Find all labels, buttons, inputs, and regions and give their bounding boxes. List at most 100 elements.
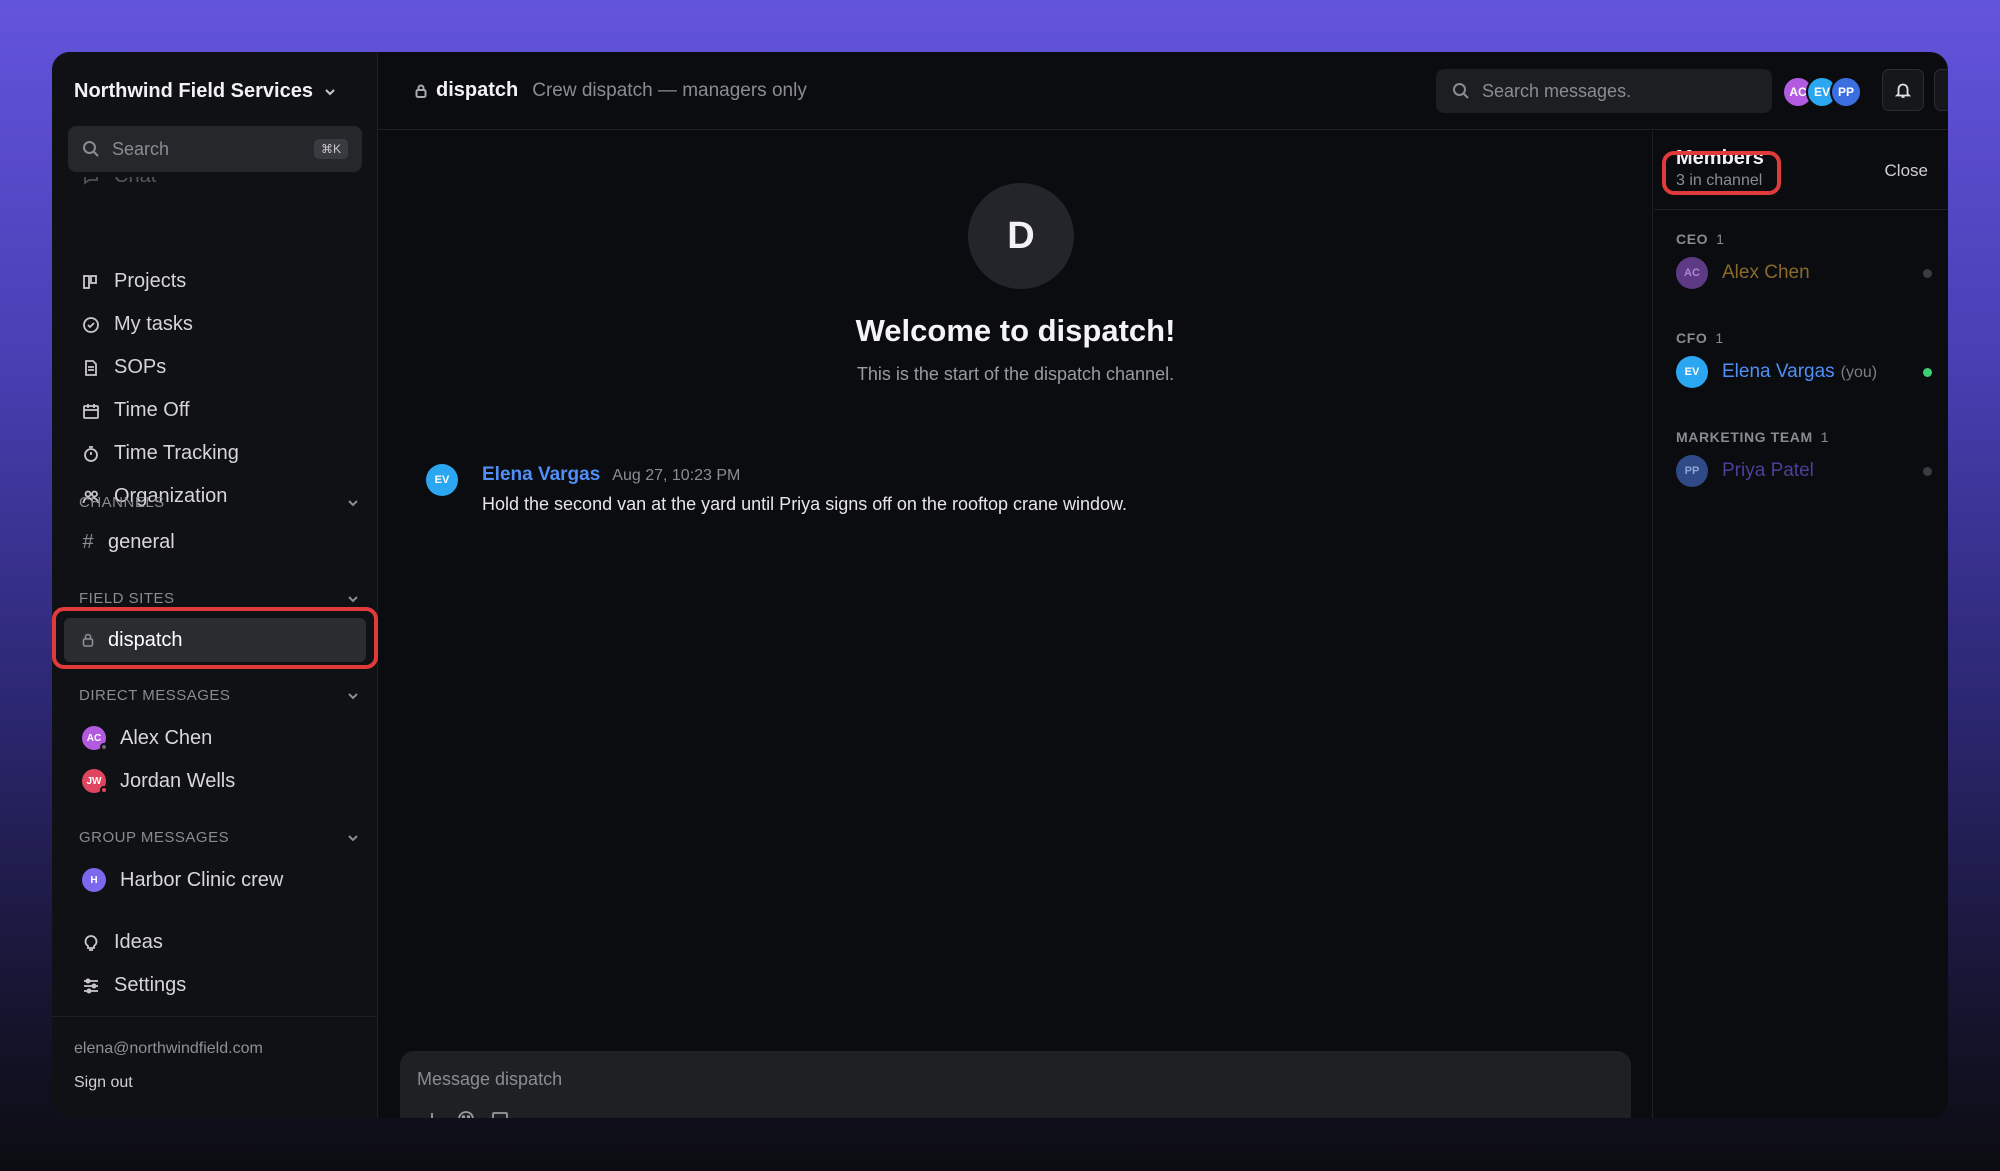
channel-label: dispatch [108, 628, 183, 651]
presence-dot [1923, 367, 1932, 377]
workspace-name: Northwind Field Services [74, 80, 313, 102]
sidebar-item-label: My tasks [114, 313, 193, 335]
sidebar-search[interactable]: Search ⌘K [68, 126, 362, 172]
section-header-direct-messages[interactable]: DIRECT MESSAGES [79, 687, 359, 704]
welcome-subtitle: This is the start of the dispatch channe… [856, 364, 1175, 384]
sliders-icon [84, 978, 98, 993]
presence-dot [1923, 466, 1932, 476]
sidebar-item-chat[interactable]: Chat [64, 177, 366, 199]
sidebar-item-sops[interactable]: SOPs [64, 346, 366, 389]
section-label: GROUP MESSAGES [79, 829, 230, 846]
avatar-initials: JW [86, 775, 102, 787]
member-row[interactable]: AC Alex Chen [1676, 257, 1932, 289]
help-button[interactable]: ? [1934, 69, 1948, 111]
workspace-switcher[interactable]: Northwind Field Services [74, 80, 337, 103]
presence-dot [100, 743, 108, 751]
dm-item-jordan-wells[interactable]: JW Jordan Wells [64, 759, 366, 803]
section-label: FIELD SITES [79, 590, 175, 607]
role-header-ceo: CEO 1 [1676, 231, 1725, 247]
member-name-text: Elena Vargas [1722, 361, 1835, 382]
divider [52, 1016, 378, 1017]
stopwatch-icon [84, 445, 98, 462]
composer-toolbar [422, 1109, 510, 1118]
calendar-icon [83, 403, 99, 419]
sidebar-item-projects[interactable]: Projects [64, 260, 366, 303]
close-button[interactable]: Close [1885, 161, 1928, 181]
section-header-field-sites[interactable]: FIELD SITES [79, 590, 359, 607]
chat-area: D Welcome to dispatch! This is the start… [378, 131, 1653, 1118]
message-header: Elena Vargas Aug 27, 10:23 PM [482, 464, 1127, 486]
avatar[interactable]: EV [426, 464, 458, 496]
member-row[interactable]: EV Elena Vargas (you) [1676, 356, 1932, 388]
channel-item-dispatch[interactable]: dispatch [64, 618, 366, 662]
user-email: elena@northwindfield.com [74, 1040, 263, 1057]
chevron-down-icon [348, 692, 358, 699]
app-window: Northwind Field Services Search ⌘K Chat … [52, 52, 1948, 1118]
sidebar-item-ideas[interactable]: Ideas [64, 921, 366, 964]
plus-icon[interactable] [422, 1109, 442, 1118]
sidebar-item-my-tasks[interactable]: My tasks [64, 303, 366, 346]
message-body: Elena Vargas Aug 27, 10:23 PM Hold the s… [482, 464, 1127, 515]
sign-out-link[interactable]: Sign out [74, 1074, 133, 1092]
channel-label: general [108, 530, 175, 553]
message-search-input[interactable]: Search messages. [1436, 69, 1772, 113]
message-composer[interactable]: Message dispatch [400, 1051, 1631, 1118]
member-row[interactable]: PP Priya Patel [1676, 455, 1932, 487]
sidebar: Northwind Field Services Search ⌘K Chat … [52, 52, 378, 1118]
search-placeholder: Search messages. [1482, 80, 1632, 101]
section-label: CHANNELS [79, 494, 165, 511]
divider [1654, 209, 1948, 210]
channel-header: dispatch Crew dispatch — managers only S… [378, 52, 1948, 130]
section-header-group-messages[interactable]: GROUP MESSAGES [79, 829, 359, 846]
members-panel: Members 3 in channel Close CEO 1 AC Alex … [1654, 131, 1948, 1118]
sidebar-item-label: SOPs [114, 356, 167, 378]
sidebar-search-placeholder: Search [112, 138, 170, 159]
chevron-down-icon [348, 499, 358, 506]
chevron-down-icon [348, 595, 358, 602]
document-icon [85, 359, 97, 376]
bell-icon [1894, 83, 1912, 98]
welcome-title: Welcome to dispatch! [855, 313, 1176, 348]
avatar: AC [1676, 257, 1708, 289]
avatar-initials: H [90, 874, 98, 886]
avatar: H [82, 868, 106, 892]
chevron-down-icon [325, 88, 335, 95]
dm-label: Alex Chen [120, 726, 213, 749]
sidebar-item-time-tracking[interactable]: Time Tracking [64, 432, 366, 475]
members-title: Members [1676, 147, 1764, 169]
members-count: 3 in channel [1676, 172, 1763, 189]
section-header-channels[interactable]: CHANNELS [79, 494, 359, 511]
message: EV Elena Vargas Aug 27, 10:23 PM Hold th… [426, 464, 1127, 515]
role-label: CFO [1676, 330, 1708, 346]
channel-item-general[interactable]: # general [64, 520, 366, 564]
sidebar-item-label: Projects [114, 270, 187, 292]
member-name: Priya Patel [1722, 460, 1814, 481]
member-name: Elena Vargas (you) [1722, 361, 1877, 383]
group-item-harbor-clinic-crew[interactable]: H Harbor Clinic crew [64, 858, 366, 902]
role-header-marketing-team: MARKETING TEAM 1 [1676, 429, 1829, 445]
lock-icon [82, 633, 94, 647]
presentation-icon[interactable] [490, 1109, 510, 1118]
role-count: 1 [1715, 330, 1724, 346]
emoji-icon[interactable] [456, 1109, 476, 1118]
message-text: Hold the second van at the yard until Pr… [482, 494, 1128, 514]
sidebar-item-label: Chat [114, 177, 156, 188]
sidebar-item-label: Time Off [114, 399, 190, 421]
avatar: PP [1830, 76, 1862, 108]
message-author[interactable]: Elena Vargas [482, 464, 600, 486]
sidebar-item-label: Time Tracking [114, 442, 239, 464]
sidebar-item-settings[interactable]: Settings [64, 964, 366, 1007]
sidebar-item-time-off[interactable]: Time Off [64, 389, 366, 432]
member-avatars[interactable]: AC EV PP [1782, 76, 1862, 108]
hash-icon: # [82, 530, 94, 553]
group-label: Harbor Clinic crew [120, 868, 284, 891]
search-icon [1453, 83, 1469, 99]
chat-icon [84, 177, 98, 185]
composer-placeholder: Message dispatch [417, 1069, 563, 1089]
presence-dot [1923, 268, 1932, 278]
dm-item-alex-chen[interactable]: AC Alex Chen [64, 716, 366, 760]
channel-description: Crew dispatch — managers only [532, 79, 807, 101]
avatar-initials: AC [86, 732, 102, 744]
notifications-button[interactable] [1882, 69, 1924, 111]
check-circle-icon [83, 316, 99, 333]
